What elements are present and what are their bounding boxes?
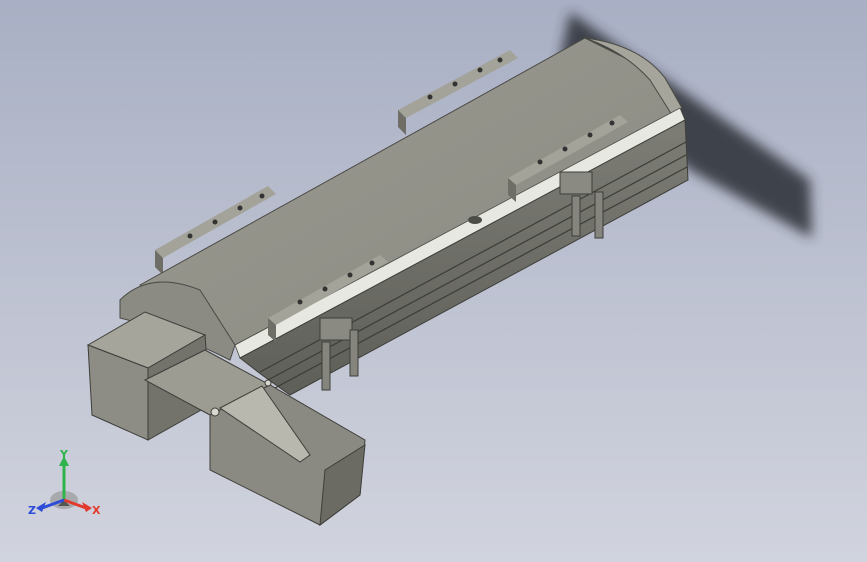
cad-canvas[interactable] [0, 0, 867, 562]
center-hole [468, 216, 482, 224]
axis-label-x: X [92, 504, 101, 517]
axis-label-y: Y [59, 448, 69, 461]
coordinate-triad-icon: Y X Z [28, 448, 101, 517]
3d-model-viewport[interactable]: Y X Z [0, 0, 867, 562]
axis-label-z: Z [28, 504, 36, 517]
